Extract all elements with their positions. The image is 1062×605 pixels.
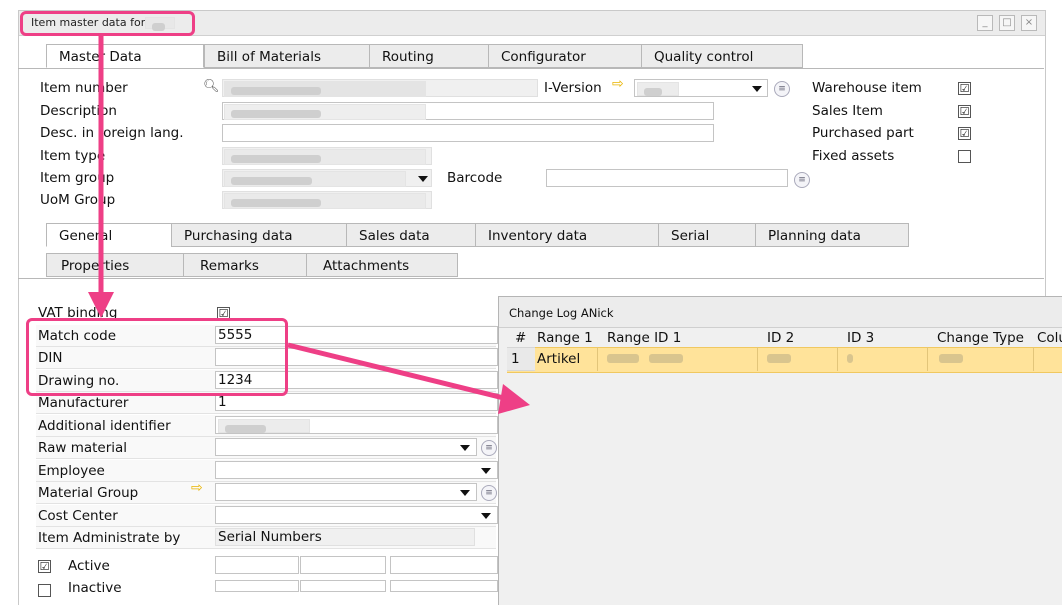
- arrow-down-head: [88, 292, 114, 318]
- arrow-right-line: [287, 342, 513, 403]
- arrow-right-head: [498, 384, 530, 414]
- annotation-arrows: [88, 34, 530, 414]
